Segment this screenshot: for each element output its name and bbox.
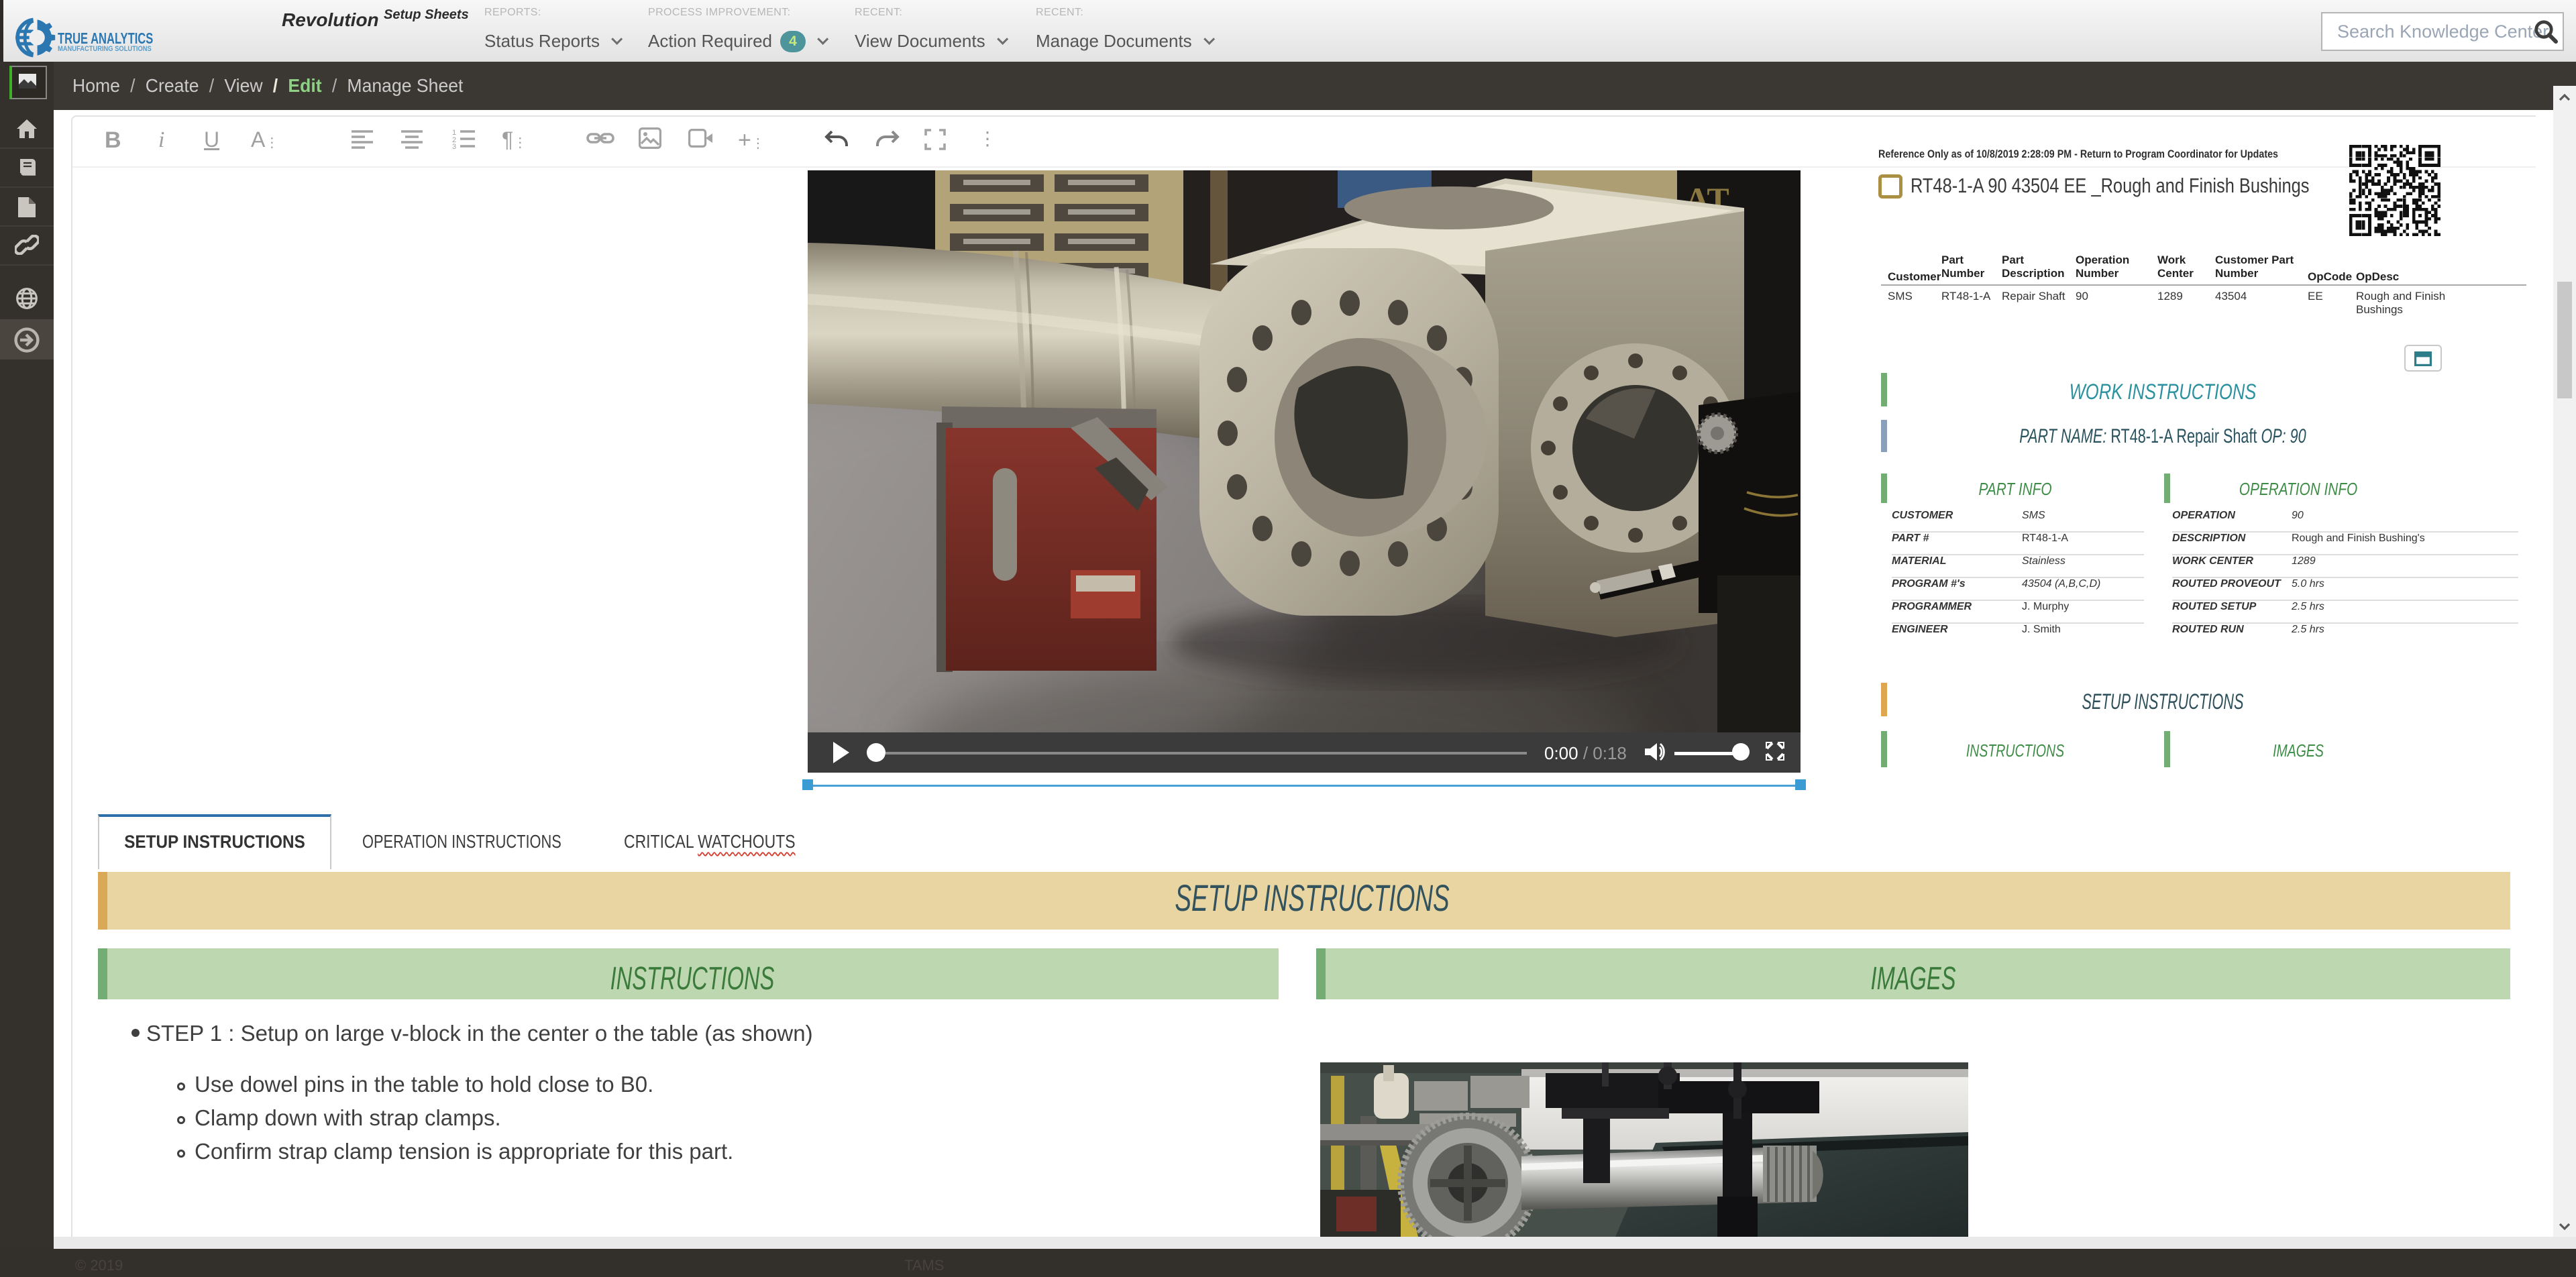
svg-text:3: 3 bbox=[452, 143, 456, 149]
